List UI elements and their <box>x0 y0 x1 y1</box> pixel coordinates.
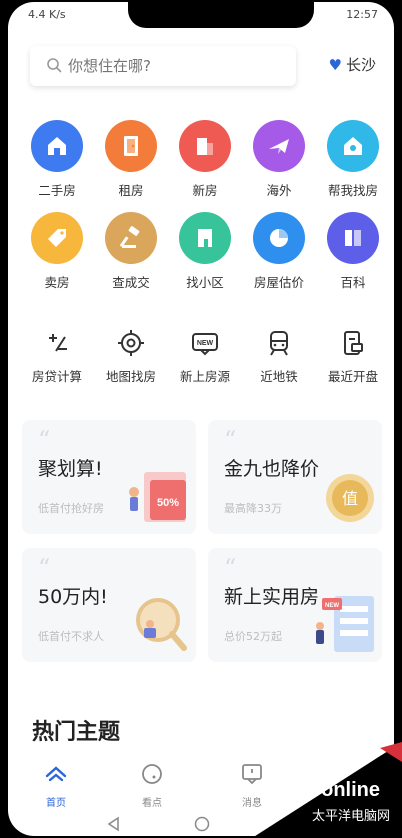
tab-label: 首页 <box>46 798 66 809</box>
service-label: 租房 <box>118 183 144 198</box>
tool-label: 近地铁 <box>260 369 298 384</box>
promo-card-price-drop[interactable]: “ 金九也降价 最高降33万 值 <box>208 420 382 534</box>
quote-mark: “ <box>38 554 51 582</box>
service-label: 新房 <box>192 183 218 198</box>
promo-card-new-practical[interactable]: “ 新上实用房 总价52万起 NEW <box>208 548 382 662</box>
service-rent[interactable]: 租房 <box>94 120 168 199</box>
service-find-home[interactable]: 帮我找房 <box>316 120 390 199</box>
back-icon[interactable] <box>106 816 122 832</box>
card-subtitle: 低首付抢好房 <box>38 502 104 515</box>
new-tag-text: NEW <box>325 603 339 609</box>
map-target-icon <box>116 328 146 358</box>
search-row: ♥长沙 <box>8 44 394 92</box>
new-badge-text: NEW <box>197 340 214 347</box>
city-label: 长沙 <box>345 56 376 74</box>
gavel-icon <box>105 212 157 264</box>
plane-icon <box>253 120 305 172</box>
find-home-icon <box>327 120 379 172</box>
discover-tab-icon <box>142 764 162 784</box>
coin-icon: 值 <box>326 474 374 522</box>
home-tab-icon <box>45 766 67 782</box>
tool-recent-openings[interactable]: 最近开盘 <box>316 328 390 385</box>
tool-label: 地图找房 <box>105 369 156 384</box>
discount-text: 50% <box>157 497 179 509</box>
watermark-brand: PConline <box>293 779 380 801</box>
service-sell[interactable]: 卖房 <box>20 212 94 291</box>
subway-icon <box>264 328 294 358</box>
tool-label: 房贷计算 <box>31 369 82 384</box>
calculator-icon <box>42 328 72 358</box>
search-icon <box>47 58 62 73</box>
tab-home[interactable]: 首页 <box>26 762 86 809</box>
service-label: 房屋估价 <box>253 275 304 290</box>
community-icon <box>179 212 231 264</box>
service-community[interactable]: 找小区 <box>168 212 242 291</box>
search-box[interactable] <box>30 46 296 86</box>
location-icon: ♥ <box>328 56 342 74</box>
discount-tickets-icon: 50% <box>129 472 186 522</box>
door-icon <box>105 120 157 172</box>
pie-chart-icon <box>253 212 305 264</box>
quote-mark: “ <box>224 426 237 454</box>
service-valuation[interactable]: 房屋估价 <box>242 212 316 291</box>
coin-text: 值 <box>342 489 358 508</box>
status-bar: 4.4 K/s 12:57 <box>8 8 394 26</box>
service-deals[interactable]: 查成交 <box>94 212 168 291</box>
search-input[interactable] <box>68 52 278 80</box>
clock: 12:57 <box>346 8 378 21</box>
service-wiki[interactable]: 百科 <box>316 212 390 291</box>
city-selector[interactable]: ♥ 长沙 <box>329 54 376 75</box>
tag-icon <box>31 212 83 264</box>
service-new-house[interactable]: 新房 <box>168 120 242 199</box>
card-subtitle: 总价52万起 <box>224 630 282 643</box>
service-label: 卖房 <box>44 275 70 290</box>
book-icon <box>327 212 379 264</box>
service-label: 海外 <box>266 183 292 198</box>
card-subtitle: 低首付不求人 <box>38 630 104 643</box>
tab-label: 看点 <box>142 798 162 809</box>
quote-mark: “ <box>224 554 237 582</box>
card-title: 聚划算! <box>38 458 103 480</box>
magnifier-icon <box>136 598 187 651</box>
home-nav-icon[interactable] <box>194 816 210 832</box>
tool-mortgage-calculator[interactable]: 房贷计算 <box>20 328 94 385</box>
tool-map-search[interactable]: 地图找房 <box>94 328 168 385</box>
tool-new-listings[interactable]: NEW 新上房源 <box>168 328 242 385</box>
card-title: 50万内! <box>38 586 108 608</box>
service-overseas[interactable]: 海外 <box>242 120 316 199</box>
card-subtitle: 最高降33万 <box>224 502 282 515</box>
service-label: 二手房 <box>38 183 76 198</box>
promo-card-under-500k[interactable]: “ 50万内! 低首付不求人 <box>22 548 196 662</box>
quote-mark: “ <box>38 426 51 454</box>
new-house-icon: NEW <box>316 596 374 652</box>
tab-discover[interactable]: 看点 <box>122 762 182 809</box>
service-label: 找小区 <box>186 275 224 290</box>
card-title: 金九也降价 <box>224 458 320 480</box>
document-icon <box>338 328 368 358</box>
service-label: 帮我找房 <box>327 183 378 198</box>
new-badge-icon: NEW <box>190 328 220 358</box>
promo-card-deal[interactable]: “ 聚划算! 低首付抢好房 50% <box>22 420 196 534</box>
tool-near-subway[interactable]: 近地铁 <box>242 328 316 385</box>
tool-label: 新上房源 <box>179 369 230 384</box>
watermark-sub: 太平洋电脑网 <box>311 809 390 824</box>
service-label: 百科 <box>340 275 366 290</box>
phone-frame: 4.4 K/s 12:57 ♥长沙 二手房 <box>0 0 402 838</box>
network-speed: 4.4 K/s <box>28 8 66 21</box>
card-title: 新上实用房 <box>224 586 320 608</box>
tool-label: 最近开盘 <box>327 369 378 384</box>
service-second-hand[interactable]: 二手房 <box>20 120 94 199</box>
service-label: 查成交 <box>112 275 150 290</box>
section-title-hot-topics: 热门主题 <box>32 720 121 745</box>
app-screen: 4.4 K/s 12:57 ♥长沙 二手房 <box>8 2 394 836</box>
house-icon <box>31 120 83 172</box>
building-icon <box>179 120 231 172</box>
